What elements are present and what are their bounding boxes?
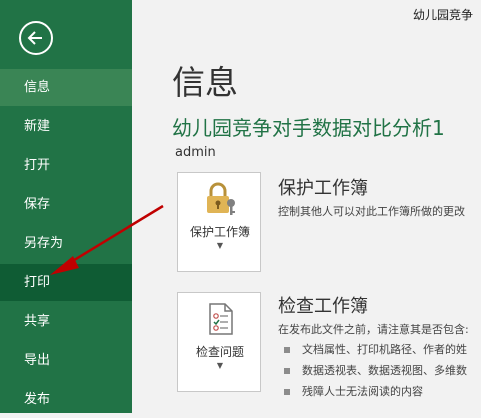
bullet-icon	[284, 347, 290, 353]
arrow-left-icon	[27, 31, 42, 45]
window-title: 幼儿园竞争	[412, 8, 473, 22]
page-title: 信息	[172, 63, 238, 102]
chevron-down-icon: ▼	[216, 361, 224, 370]
bullet-icon	[284, 389, 290, 395]
document-checklist-icon	[209, 303, 233, 335]
protect-workbook-button[interactable]: 保护工作簿 ▼	[177, 172, 261, 272]
bullet-text: 残障人士无法阅读的内容	[302, 385, 423, 398]
back-button[interactable]	[19, 21, 53, 55]
protect-workbook-heading: 保护工作簿	[278, 178, 368, 199]
sidebar-item-info[interactable]: 信息	[0, 69, 132, 106]
bullet-text: 数据透视表、数据透视图、多维数	[302, 364, 467, 377]
list-item: 文档属性、打印机路径、作者的姓	[284, 341, 467, 357]
workbook-name: 幼儿园竞争对手数据对比分析1	[172, 116, 445, 140]
list-item: 残障人士无法阅读的内容	[284, 383, 423, 399]
protect-workbook-button-label: 保护工作簿	[189, 225, 250, 239]
check-issues-button[interactable]: 检查问题 ▼	[177, 292, 261, 392]
sidebar-item-save[interactable]: 保存	[0, 186, 132, 223]
sidebar-item-publish[interactable]: 发布	[0, 381, 132, 418]
sidebar-item-open[interactable]: 打开	[0, 147, 132, 184]
sidebar-item-export[interactable]: 导出	[0, 342, 132, 379]
chevron-down-icon: ▼	[216, 241, 224, 250]
bullet-text: 文档属性、打印机路径、作者的姓	[302, 343, 467, 356]
list-item: 数据透视表、数据透视图、多维数	[284, 362, 467, 378]
bullet-icon	[284, 368, 290, 374]
sidebar-item-share[interactable]: 共享	[0, 303, 132, 340]
inspect-workbook-heading: 检查工作簿	[278, 296, 368, 317]
lock-key-icon	[207, 182, 235, 215]
sidebar-item-print[interactable]: 打印	[0, 264, 132, 301]
inspect-workbook-description: 在发布此文件之前，请注意其是否包含:	[278, 323, 469, 336]
owner-name: admin	[175, 145, 216, 160]
sidebar-item-new[interactable]: 新建	[0, 108, 132, 145]
sidebar-item-save-as[interactable]: 另存为	[0, 225, 132, 262]
backstage-sidebar: 信息 新建 打开 保存 另存为 打印 共享 导出 发布	[0, 0, 132, 413]
check-issues-button-label: 检查问题	[195, 345, 244, 359]
info-panel: 幼儿园竞争 信息 幼儿园竞争对手数据对比分析1 admin 保护工作簿 ▼ 保护…	[132, 0, 481, 413]
protect-workbook-description: 控制其他人可以对此工作簿所做的更改	[278, 205, 465, 218]
